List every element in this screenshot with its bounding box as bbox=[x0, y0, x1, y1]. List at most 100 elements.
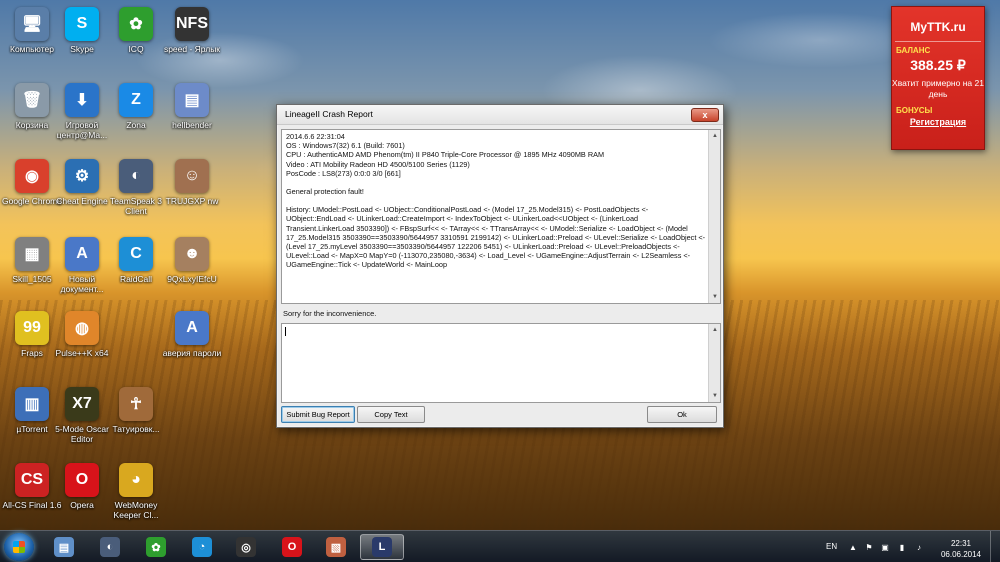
desktop-icon[interactable]: ✿ ICQ bbox=[104, 4, 168, 78]
app-icon: ◍ bbox=[65, 311, 99, 345]
sorry-text: Sorry for the inconvenience. bbox=[283, 309, 377, 318]
taskbar-item-explorer[interactable]: ▤ bbox=[42, 534, 86, 560]
window-titlebar[interactable]: LineageII Crash Report x bbox=[277, 105, 723, 125]
app-icon: ◉ bbox=[15, 159, 49, 193]
app-icon: ▤ bbox=[175, 83, 209, 117]
register-link[interactable]: Регистрация bbox=[892, 117, 984, 127]
icq-icon: ✿ bbox=[146, 537, 166, 557]
app-icon: 🗑 bbox=[15, 83, 49, 117]
network-icon[interactable]: ▮ bbox=[897, 543, 907, 553]
explorer-icon: ▤ bbox=[54, 537, 74, 557]
desktop-icon[interactable]: ◍ Pulse++K x64 bbox=[50, 308, 114, 382]
log-line: PosCode : LS8(273) 0:0:0 3/0 [661] bbox=[286, 168, 401, 178]
desktop-icon[interactable]: Z Zona bbox=[104, 80, 168, 154]
ok-button[interactable]: Ok bbox=[647, 406, 717, 423]
opera-icon: O bbox=[282, 537, 302, 557]
desktop-icon-label: Pulse++K x64 bbox=[55, 348, 109, 358]
app-icon: 🖥 bbox=[15, 7, 49, 41]
desktop-icon-label: аверия пароли bbox=[162, 348, 222, 358]
scroll-up-icon[interactable]: ▲ bbox=[709, 324, 721, 336]
clock-time: 22:31 bbox=[950, 539, 972, 548]
desktop-icon-label: hellbender bbox=[172, 120, 212, 130]
app-icon: S bbox=[65, 7, 99, 41]
app-icon: ☺ bbox=[175, 159, 209, 193]
balance-note: Хватит примерно на 21 день bbox=[892, 78, 984, 99]
app-icon: ▦ bbox=[15, 237, 49, 271]
app-icon: ◐ bbox=[119, 159, 153, 193]
close-icon[interactable]: x bbox=[691, 108, 719, 122]
text-caret bbox=[285, 327, 286, 336]
taskbar-item-paint[interactable]: ▧ bbox=[314, 534, 358, 560]
app-icon: CS bbox=[15, 463, 49, 497]
input-scrollbar[interactable]: ▲ ▼ bbox=[708, 324, 720, 402]
taskbar-item-steam[interactable]: ◎ bbox=[224, 534, 268, 560]
log-line: OS : Windows7(32) 6.1 (Build: 7601) bbox=[286, 141, 405, 151]
bonus-heading: БОНУСЫ bbox=[896, 106, 933, 115]
app-icon: C bbox=[119, 237, 153, 271]
log-line bbox=[286, 178, 706, 187]
volume-icon[interactable]: ♪ bbox=[914, 543, 924, 553]
scroll-up-icon[interactable]: ▲ bbox=[709, 130, 720, 142]
tray-flag-icon[interactable]: ⚑ bbox=[864, 543, 874, 553]
desktop-icon[interactable]: ☥ Татуировк... bbox=[104, 384, 168, 458]
desktop-icon-label: WebMoney Keeper Cl... bbox=[113, 500, 159, 520]
desktop-icon-label: speed - Ярлык bbox=[163, 44, 221, 54]
show-desktop-button[interactable] bbox=[990, 531, 1000, 562]
app-icon: ⚙ bbox=[65, 159, 99, 193]
tray-arrow-icon[interactable]: ▲ bbox=[848, 543, 858, 553]
app-icon: ▥ bbox=[15, 387, 49, 421]
app-icon: ⬇ bbox=[65, 83, 99, 117]
desktop-icon-label: TeamSpeak 3 Client bbox=[110, 196, 162, 216]
app-icon: A bbox=[65, 237, 99, 271]
desktop-icon[interactable]: ▤ hellbender bbox=[160, 80, 224, 154]
desktop-icon-label: Zona bbox=[126, 120, 146, 130]
window-title: LineageII Crash Report bbox=[285, 109, 373, 119]
app-icon: O bbox=[65, 463, 99, 497]
desktop-icon[interactable]: ☺ TRUJGXP nw bbox=[160, 156, 224, 230]
windows-logo-icon bbox=[13, 541, 25, 553]
log-line: History: UModel::PostLoad <- UObject::Co… bbox=[286, 205, 706, 270]
language-indicator[interactable]: EN bbox=[826, 542, 837, 551]
log-line: 2014.6.6 22:31:04 bbox=[286, 132, 345, 141]
desktop-icon[interactable]: ◐ TeamSpeak 3 Client bbox=[104, 156, 168, 230]
crash-report-window: LineageII Crash Report x 2014.6.6 22:31:… bbox=[276, 104, 724, 428]
scroll-down-icon[interactable]: ▼ bbox=[709, 291, 720, 303]
app-icon: X7 bbox=[65, 387, 99, 421]
bug-description-input[interactable]: ▲ ▼ bbox=[281, 323, 721, 403]
balance-value: 388.25 ₽ bbox=[910, 57, 966, 73]
ttk-brand[interactable]: MyTTK.ru bbox=[892, 20, 984, 34]
lineage2-icon: L bbox=[372, 537, 392, 557]
app-icon: 99 bbox=[15, 311, 49, 345]
scroll-down-icon[interactable]: ▼ bbox=[709, 390, 721, 402]
desktop-icon[interactable]: ◕ WebMoney Keeper Cl... bbox=[104, 460, 168, 534]
taskbar: ▤ ◐ ✿ ◔ ◎ O ▧ L EN ▲ ⚑ ▣ ▮ ♪ 22:31 06.06.2014 bbox=[0, 530, 1000, 562]
taskbar-item-lineage2[interactable]: L bbox=[360, 534, 404, 560]
steam-icon: ◎ bbox=[236, 537, 256, 557]
desktop-icon[interactable]: NFS speed - Ярлык bbox=[160, 4, 224, 78]
taskbar-item-teamspeak[interactable]: ◐ bbox=[88, 534, 132, 560]
app-icon: ☻ bbox=[175, 237, 209, 271]
taskbar-item-icq[interactable]: ✿ bbox=[134, 534, 178, 560]
log-line: General protection fault! bbox=[286, 187, 364, 197]
desktop-icon[interactable]: Aаверия пароли bbox=[160, 308, 224, 382]
crash-log-textarea[interactable]: 2014.6.6 22:31:04 OS : Windows7(32) 6.1 (… bbox=[281, 129, 721, 304]
myttk-widget: MyTTK.ru БАЛАНС 388.25 ₽ Хватит примерно… bbox=[891, 6, 985, 150]
clock[interactable]: 22:31 06.06.2014 bbox=[938, 538, 984, 560]
teamspeak-icon: ◐ bbox=[100, 537, 120, 557]
crash-log-text: 2014.6.6 22:31:04 OS : Windows7(32) 6.1 (… bbox=[286, 132, 706, 270]
tray-device-icon[interactable]: ▣ bbox=[880, 543, 890, 553]
start-button[interactable] bbox=[4, 533, 34, 561]
desktop-icon-label: ICQ bbox=[128, 44, 144, 54]
desktop-icon-label: TRUJGXP nw bbox=[165, 196, 219, 206]
log-line: Video : ATI Mobility Radeon HD 4500/5100… bbox=[286, 159, 470, 169]
desktop-icon[interactable]: ☻ 9QxLxyIEfcU bbox=[160, 234, 224, 308]
desktop-icon[interactable]: C RaidCall bbox=[104, 234, 168, 308]
log-scrollbar[interactable]: ▲ ▼ bbox=[708, 130, 720, 303]
app-icon: ☥ bbox=[119, 387, 153, 421]
log-line bbox=[286, 196, 706, 205]
submit-bug-report-button[interactable]: Submit Bug Report bbox=[281, 406, 355, 423]
clock-date: 06.06.2014 bbox=[940, 550, 982, 559]
taskbar-item-raidcall[interactable]: ◔ bbox=[180, 534, 224, 560]
copy-text-button[interactable]: Copy Text bbox=[357, 406, 425, 423]
taskbar-item-opera[interactable]: O bbox=[270, 534, 314, 560]
